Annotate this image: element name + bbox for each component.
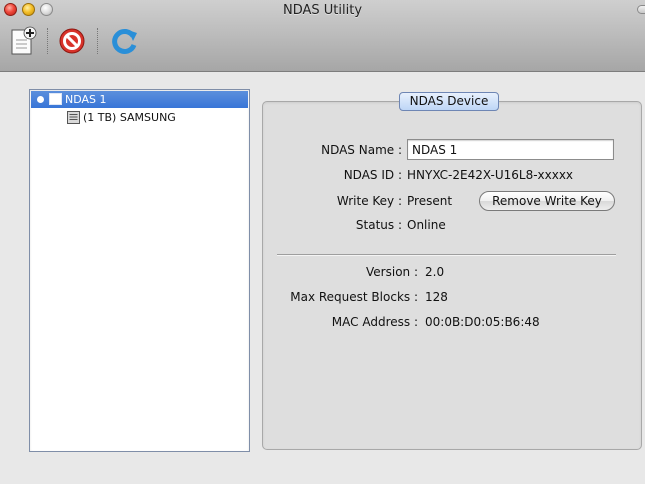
refresh-button[interactable] <box>110 26 140 56</box>
list-item-samsung-disk[interactable]: (1 TB) SAMSUNG <box>31 109 248 126</box>
ndas-id-label: NDAS ID : <box>343 168 402 182</box>
ndas-name-field[interactable] <box>407 139 614 160</box>
add-device-button[interactable] <box>8 26 38 56</box>
title-bar: NDAS Utility <box>0 0 645 72</box>
remove-device-button[interactable] <box>57 26 87 56</box>
disk-icon <box>67 111 80 124</box>
version-label: Version : <box>366 265 418 279</box>
toolbar-separator <box>97 28 98 54</box>
mac-address-label: MAC Address : <box>331 315 418 329</box>
group-title: NDAS Device <box>399 92 499 111</box>
list-item-ndas-1[interactable]: NDAS 1 <box>31 91 248 108</box>
ndas-name-label: NDAS Name : <box>321 143 402 157</box>
list-item-label: (1 TB) SAMSUNG <box>83 111 176 124</box>
device-icon <box>49 93 62 105</box>
toolbar-separator <box>47 28 48 54</box>
window-title: NDAS Utility <box>282 3 363 18</box>
max-request-blocks-label: Max Request Blocks : <box>290 290 418 304</box>
version-value: 2.0 <box>425 265 445 279</box>
mac-address-value: 00:0B:D0:05:B6:48 <box>425 315 540 329</box>
write-key-value: Present <box>407 194 453 208</box>
max-request-blocks-value: 128 <box>425 290 448 304</box>
write-key-label: Write Key : <box>336 194 402 208</box>
status-label: Status : <box>355 218 402 232</box>
disclosure-icon[interactable] <box>36 95 45 104</box>
list-item-label: NDAS 1 <box>65 93 107 106</box>
device-list[interactable]: NDAS 1 (1 TB) SAMSUNG <box>29 89 250 452</box>
divider <box>277 254 616 256</box>
refresh-icon <box>112 29 137 54</box>
remove-write-key-button[interactable]: Remove Write Key <box>479 191 615 211</box>
no-entry-icon <box>59 28 85 54</box>
toolbar-toggle-button[interactable] <box>637 5 645 14</box>
ndas-utility-window: NDAS Utility NDAS 1 (1 TB) SAMSUNG NDAS … <box>0 0 645 484</box>
ndas-id-value: HNYXC-2E42X-U16L8-xxxxx <box>407 168 574 182</box>
status-value: Online <box>407 218 446 232</box>
add-document-icon <box>11 26 37 55</box>
